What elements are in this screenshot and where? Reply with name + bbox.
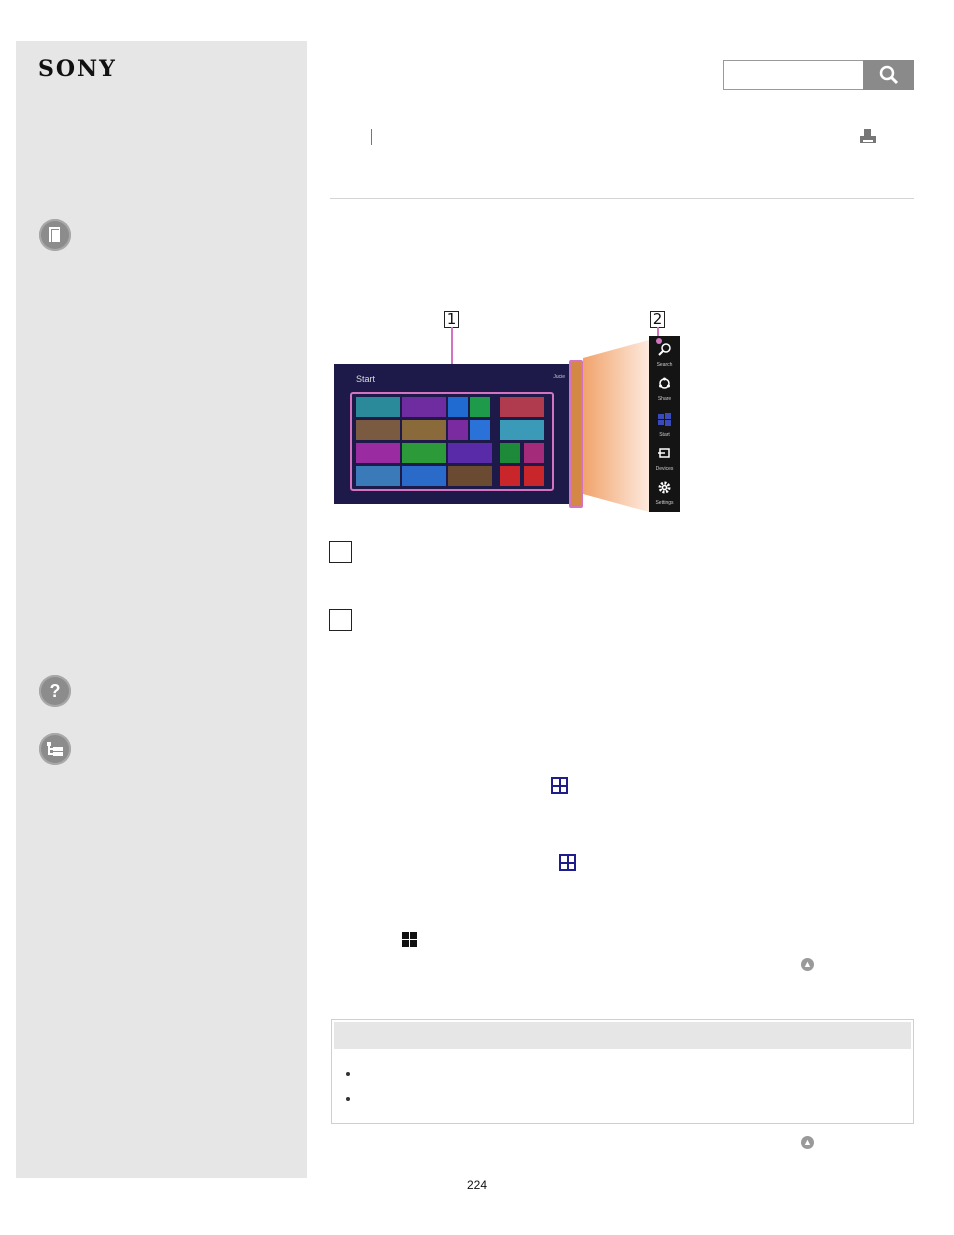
charms-bar: Search Share Start Devices Settings bbox=[649, 336, 680, 512]
windows-start-icon bbox=[551, 777, 568, 794]
sidebar: SONY ? bbox=[16, 41, 307, 1178]
charms-swipe-gradient bbox=[583, 340, 649, 512]
back-to-top-icon[interactable]: ▲ bbox=[801, 958, 814, 971]
gear-icon bbox=[658, 481, 671, 494]
charm-devices[interactable]: Devices bbox=[649, 440, 680, 474]
search-icon bbox=[658, 343, 671, 356]
charm-share[interactable]: Share bbox=[649, 370, 680, 404]
print-icon[interactable] bbox=[859, 129, 877, 145]
header-divider bbox=[330, 198, 914, 199]
note-bullet bbox=[346, 1072, 350, 1076]
breadcrumb-divider bbox=[371, 129, 372, 145]
charm-label: Settings bbox=[655, 500, 674, 506]
charm-label: Start bbox=[659, 432, 670, 438]
charm-label: Devices bbox=[655, 466, 674, 472]
start-screen-title: Start bbox=[356, 374, 376, 384]
search-icon bbox=[879, 65, 898, 85]
start-screen-user: Jucie bbox=[553, 374, 565, 380]
callout-box-1 bbox=[329, 541, 352, 563]
charm-label: Search bbox=[656, 362, 673, 368]
help-question-icon[interactable]: ? bbox=[39, 675, 71, 707]
back-to-top-icon[interactable]: ▲ bbox=[801, 1136, 814, 1149]
devices-icon bbox=[658, 448, 670, 458]
callout-box-2 bbox=[329, 609, 352, 631]
note-box bbox=[331, 1019, 914, 1124]
callout-2-label: 2 bbox=[650, 311, 665, 328]
windows-icon bbox=[658, 413, 671, 426]
note-bullet bbox=[346, 1097, 350, 1101]
charm-label: Share bbox=[657, 396, 672, 402]
search-box bbox=[723, 60, 914, 90]
share-icon bbox=[659, 377, 670, 389]
start-screen-illustration: Start Jucie Search Share Start Devices S… bbox=[334, 336, 680, 512]
note-header bbox=[334, 1022, 911, 1049]
charm-settings[interactable]: Settings bbox=[649, 474, 680, 508]
manual-book-icon[interactable] bbox=[39, 219, 71, 251]
windows-key-icon bbox=[402, 932, 417, 947]
tiles-highlight bbox=[350, 392, 554, 491]
screen-edge-highlight bbox=[569, 360, 583, 508]
contents-tree-icon[interactable] bbox=[39, 733, 71, 765]
charm-search[interactable]: Search bbox=[649, 336, 680, 370]
windows-start-icon bbox=[559, 854, 576, 871]
search-button[interactable] bbox=[863, 60, 914, 90]
charm-start[interactable]: Start bbox=[649, 406, 680, 440]
sony-logo[interactable]: SONY bbox=[38, 56, 117, 82]
search-input[interactable] bbox=[723, 60, 865, 90]
callout-1-label: 1 bbox=[444, 311, 459, 328]
page-number: 224 bbox=[466, 1178, 488, 1192]
